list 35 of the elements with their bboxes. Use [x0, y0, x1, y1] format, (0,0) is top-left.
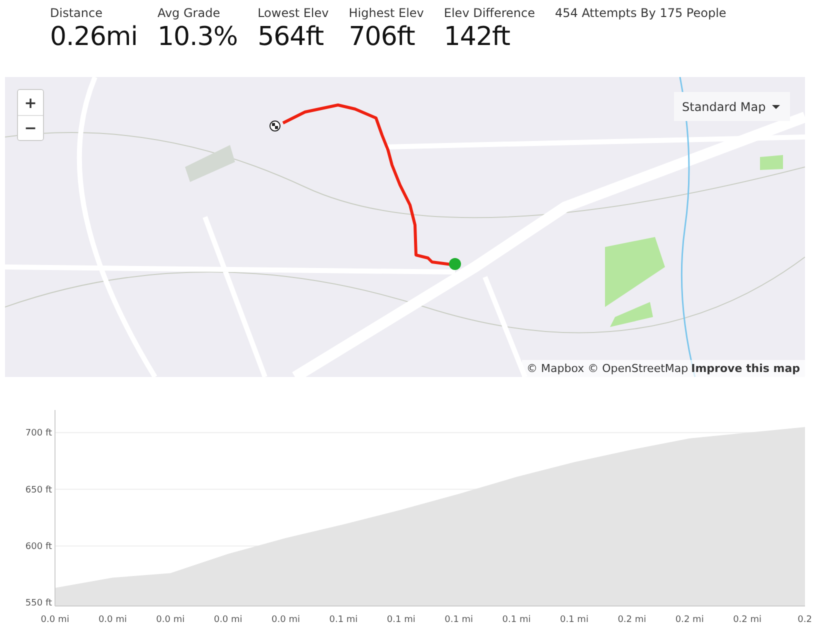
- stat-value: 10.3%: [157, 21, 238, 53]
- x-axis-label: 0.2: [798, 615, 812, 625]
- x-axis-label: 0.1 mi: [329, 615, 358, 625]
- y-axis-label: 600 ft: [25, 542, 52, 552]
- x-axis-label: 0.1 mi: [560, 615, 588, 625]
- stat-value: 0.26mi: [50, 21, 138, 53]
- x-axis-label: 0.1 mi: [444, 615, 474, 625]
- stat-label: Distance: [50, 5, 104, 21]
- x-axis-label: 0.1 mi: [502, 615, 531, 625]
- stat-label: Elev Difference: [444, 5, 535, 21]
- x-axis-label: 0.0 mi: [214, 615, 242, 625]
- stat-label: Avg Grade: [157, 5, 222, 21]
- caret-icon: [772, 104, 780, 108]
- x-axis-label: 0.0 mi: [156, 615, 185, 625]
- y-axis-label: 650 ft: [25, 485, 52, 496]
- x-axis-label: 0.1 mi: [386, 615, 416, 625]
- x-axis-label: 0.0 mi: [98, 615, 127, 625]
- start-marker: [449, 258, 461, 270]
- attribution-text: © Mapbox © OpenStreetMap: [526, 362, 688, 375]
- x-axis-label: 0.2 mi: [675, 615, 704, 625]
- improve-map-link[interactable]: Improve this map: [691, 362, 800, 375]
- stat-label: Highest Elev: [348, 5, 424, 21]
- x-axis-label: 0.2 mi: [733, 615, 762, 625]
- stat-value: 564ft: [258, 21, 325, 53]
- map-style-dropdown[interactable]: Standard Map: [674, 92, 790, 121]
- zoom-out-button[interactable]: −: [18, 115, 43, 140]
- stat-value: 706ft: [348, 21, 416, 53]
- stat-value: 142ft: [444, 21, 511, 53]
- x-axis-label: 0.0 mi: [40, 615, 70, 625]
- attempts-count: 454 Attempts By 175 People: [554, 5, 726, 21]
- x-axis-label: 0.0 mi: [272, 615, 300, 625]
- stat-label: Lowest Elev: [258, 5, 329, 21]
- y-axis-label: 700 ft: [25, 428, 52, 439]
- x-axis-label: 0.2 mi: [618, 615, 646, 625]
- y-axis-label: 550 ft: [25, 598, 52, 609]
